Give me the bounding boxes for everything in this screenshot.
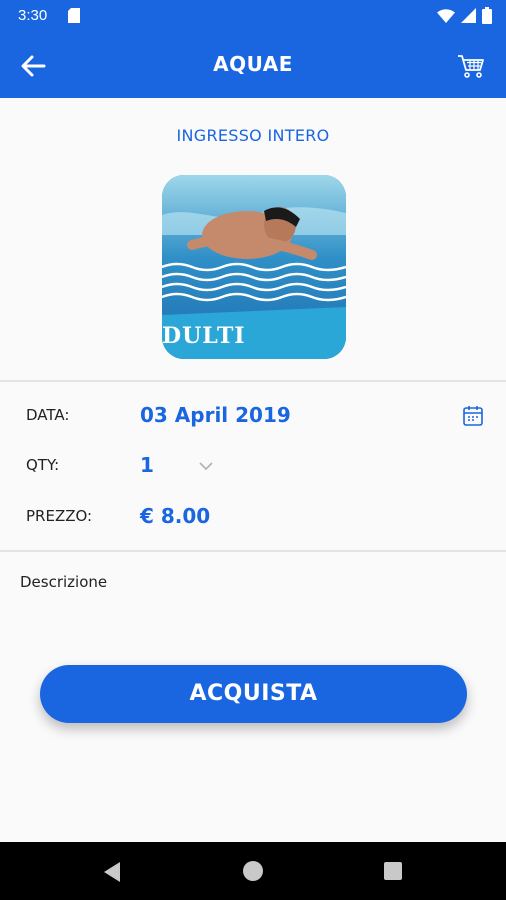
wifi-icon [437, 8, 455, 27]
buy-button[interactable]: ACQUISTA [40, 665, 467, 723]
cart-icon[interactable] [456, 51, 486, 81]
status-bar: 3:30 [0, 0, 506, 32]
price-label: PREZZO: [26, 507, 93, 525]
status-indicators [437, 7, 492, 28]
product-title: INGRESSO INTERO [176, 126, 330, 145]
app-bar: AQUAE [0, 32, 506, 98]
divider [0, 550, 506, 552]
qty-value[interactable]: 1 [140, 453, 154, 477]
product-image: DULTI [162, 175, 346, 359]
page-title: AQUAE [213, 52, 293, 76]
battery-icon [482, 7, 492, 28]
description-label: Descrizione [20, 573, 108, 591]
divider [0, 380, 506, 382]
nav-recent-apps-icon[interactable] [384, 862, 402, 880]
calendar-icon[interactable] [462, 405, 484, 427]
system-nav-bar [0, 842, 506, 900]
sim-card-icon [68, 8, 80, 27]
product-image-label: DULTI [162, 323, 246, 349]
price-value: € 8.00 [140, 504, 211, 528]
date-value[interactable]: 03 April 2019 [140, 403, 291, 427]
nav-back-icon[interactable] [102, 861, 122, 887]
chevron-down-icon[interactable] [198, 458, 214, 474]
signal-icon [461, 8, 476, 27]
qty-label: QTY: [26, 456, 60, 474]
nav-home-icon[interactable] [243, 861, 263, 881]
status-time: 3:30 [18, 7, 48, 24]
date-label: DATA: [26, 406, 70, 424]
